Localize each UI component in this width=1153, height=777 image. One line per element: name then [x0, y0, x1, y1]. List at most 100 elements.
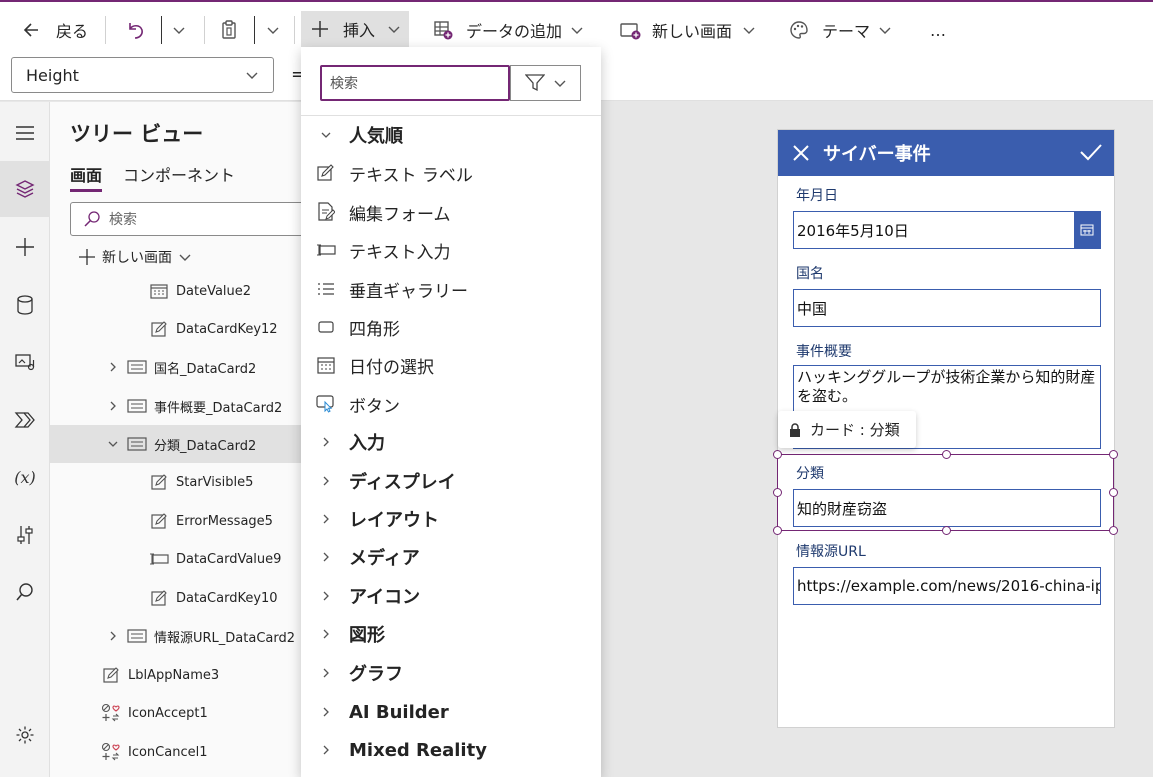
category-icons[interactable]: アイコン — [301, 577, 601, 615]
category-layout[interactable]: レイアウト — [301, 500, 601, 538]
tree-node[interactable]: 国名_DataCard2 — [50, 348, 305, 386]
tree-node-label: 分類_DataCard2 — [154, 438, 257, 454]
chevron-right-icon[interactable] — [104, 630, 122, 642]
category-mixed-reality[interactable]: Mixed Reality — [301, 731, 601, 769]
resize-handle[interactable] — [773, 526, 782, 535]
close-icon[interactable] — [791, 143, 811, 163]
media-button[interactable] — [0, 334, 50, 390]
tree-node[interactable]: 事件概要_DataCard2 — [50, 387, 305, 425]
date-value: 2016年5月10日 — [797, 221, 909, 240]
category-charts[interactable]: グラフ — [301, 654, 601, 692]
paste-dropdown-button[interactable] — [260, 12, 286, 48]
textinput-icon — [148, 550, 170, 568]
resize-handle[interactable] — [1109, 488, 1118, 497]
tree-node[interactable]: LblAppName3 — [50, 656, 305, 694]
add-data-button[interactable]: データの追加 — [426, 12, 590, 48]
card-icon — [126, 397, 148, 415]
property-dropdown[interactable]: Height — [11, 57, 274, 93]
settings-button[interactable] — [0, 707, 50, 763]
database-icon — [17, 295, 33, 315]
undo-button[interactable] — [118, 12, 152, 48]
theme-label: テーマ — [822, 22, 871, 41]
paste-button[interactable] — [212, 12, 246, 48]
back-button[interactable]: 戻る — [16, 12, 94, 48]
menu-item-rectangle[interactable]: 四角形 — [301, 308, 601, 346]
menu-item-edit-form[interactable]: 編集フォーム — [301, 193, 601, 231]
tab-components[interactable]: コンポーネント — [123, 162, 235, 186]
separator — [204, 16, 205, 44]
popular-category[interactable]: 人気順 — [301, 116, 601, 154]
resize-handle[interactable] — [1109, 450, 1118, 459]
resize-handle[interactable] — [1109, 526, 1118, 535]
country-input[interactable]: 中国 — [793, 289, 1101, 327]
calendar-icon[interactable] — [1074, 212, 1100, 248]
tree-search-placeholder: 検索 — [109, 212, 137, 228]
resize-handle[interactable] — [942, 450, 951, 459]
tree-node-selected[interactable]: 分類_DataCard2 — [50, 425, 305, 463]
tree-node[interactable]: DataCardKey12 — [50, 310, 305, 348]
menu-button[interactable] — [0, 105, 50, 161]
tree-node[interactable]: ErrorMessage5 — [50, 502, 305, 540]
menu-item-button[interactable]: ボタン — [301, 385, 601, 423]
category-shapes[interactable]: 図形 — [301, 615, 601, 653]
tree-node[interactable]: 情報源URL_DataCard2 — [50, 617, 305, 655]
category-media[interactable]: メディア — [301, 538, 601, 576]
tree-node[interactable]: IconAccept1 — [50, 694, 305, 732]
category-ai-builder[interactable]: AI Builder — [301, 693, 601, 731]
plus-icon — [16, 238, 34, 256]
more-button[interactable]: … — [924, 12, 952, 48]
edit-icon — [301, 164, 349, 182]
undo-dropdown-button[interactable] — [166, 12, 192, 48]
theme-button[interactable]: テーマ — [782, 12, 898, 48]
tree-node[interactable]: StarVisible5 — [50, 463, 305, 501]
menu-item-vertical-gallery[interactable]: 垂直ギャラリー — [301, 270, 601, 308]
tree-node[interactable]: DateValue2 — [50, 272, 305, 310]
checkmark-icon[interactable] — [1079, 142, 1103, 162]
undo-icon — [129, 23, 143, 39]
tab-screens[interactable]: 画面 — [70, 162, 103, 192]
category-input-controls[interactable]: 入力 — [301, 423, 601, 461]
new-screen-tree-button[interactable]: 新しい画面 — [78, 247, 192, 267]
popular-label: 人気順 — [349, 126, 403, 147]
resize-handle[interactable] — [773, 450, 782, 459]
insert-menu: 検索 人気順 テキスト ラベル 編集フォーム テキスト入力 垂直ギャラリー 四角… — [301, 47, 601, 777]
card-tooltip: カード : 分類 — [778, 411, 916, 448]
tree-search-input[interactable]: 検索 — [70, 202, 310, 236]
resize-handle[interactable] — [773, 488, 782, 497]
tree-node[interactable]: DataCardKey10 — [50, 579, 305, 617]
filter-button[interactable] — [510, 65, 581, 101]
clipboard-icon — [222, 20, 236, 39]
variables-button[interactable]: (𝑥) — [0, 449, 50, 505]
chevron-down-icon — [173, 27, 185, 34]
form-title: サイバー事件 — [823, 144, 931, 165]
data-button[interactable] — [0, 277, 50, 333]
search-rail-button[interactable] — [0, 564, 50, 620]
new-screen-button[interactable]: 新しい画面 — [612, 12, 762, 48]
edit-icon — [100, 666, 122, 684]
insert-search-placeholder: 検索 — [330, 76, 358, 92]
selection-frame[interactable] — [773, 450, 1118, 535]
url-input[interactable]: https://example.com/news/2016-china-ip-t… — [793, 567, 1101, 605]
insert-button[interactable]: 挿入 — [301, 11, 409, 47]
rectangle-icon — [301, 320, 349, 334]
menu-item-label: 四角形 — [349, 319, 400, 340]
advanced-tools-button[interactable] — [0, 507, 50, 563]
menu-item-date-picker[interactable]: 日付の選択 — [301, 346, 601, 384]
menu-item-text-label[interactable]: テキスト ラベル — [301, 154, 601, 192]
chevron-right-icon[interactable] — [104, 361, 122, 373]
date-picker[interactable]: 2016年5月10日 — [793, 211, 1101, 249]
tree-view-button[interactable] — [0, 161, 50, 217]
insert-rail-button[interactable] — [0, 219, 50, 275]
resize-handle[interactable] — [942, 526, 951, 535]
menu-item-text-input[interactable]: テキスト入力 — [301, 231, 601, 269]
variables-icon: (𝑥) — [14, 467, 36, 487]
chevron-right-icon[interactable] — [104, 400, 122, 412]
chevron-down-icon[interactable] — [104, 439, 122, 449]
insert-search-input[interactable]: 検索 — [320, 65, 510, 101]
category-display[interactable]: ディスプレイ — [301, 462, 601, 500]
tree-node[interactable]: IconCancel1 — [50, 733, 305, 771]
form-icon — [301, 202, 349, 222]
search-icon — [84, 211, 100, 227]
tree-node[interactable]: DataCardValue9 — [50, 540, 305, 578]
power-automate-button[interactable] — [0, 392, 50, 448]
